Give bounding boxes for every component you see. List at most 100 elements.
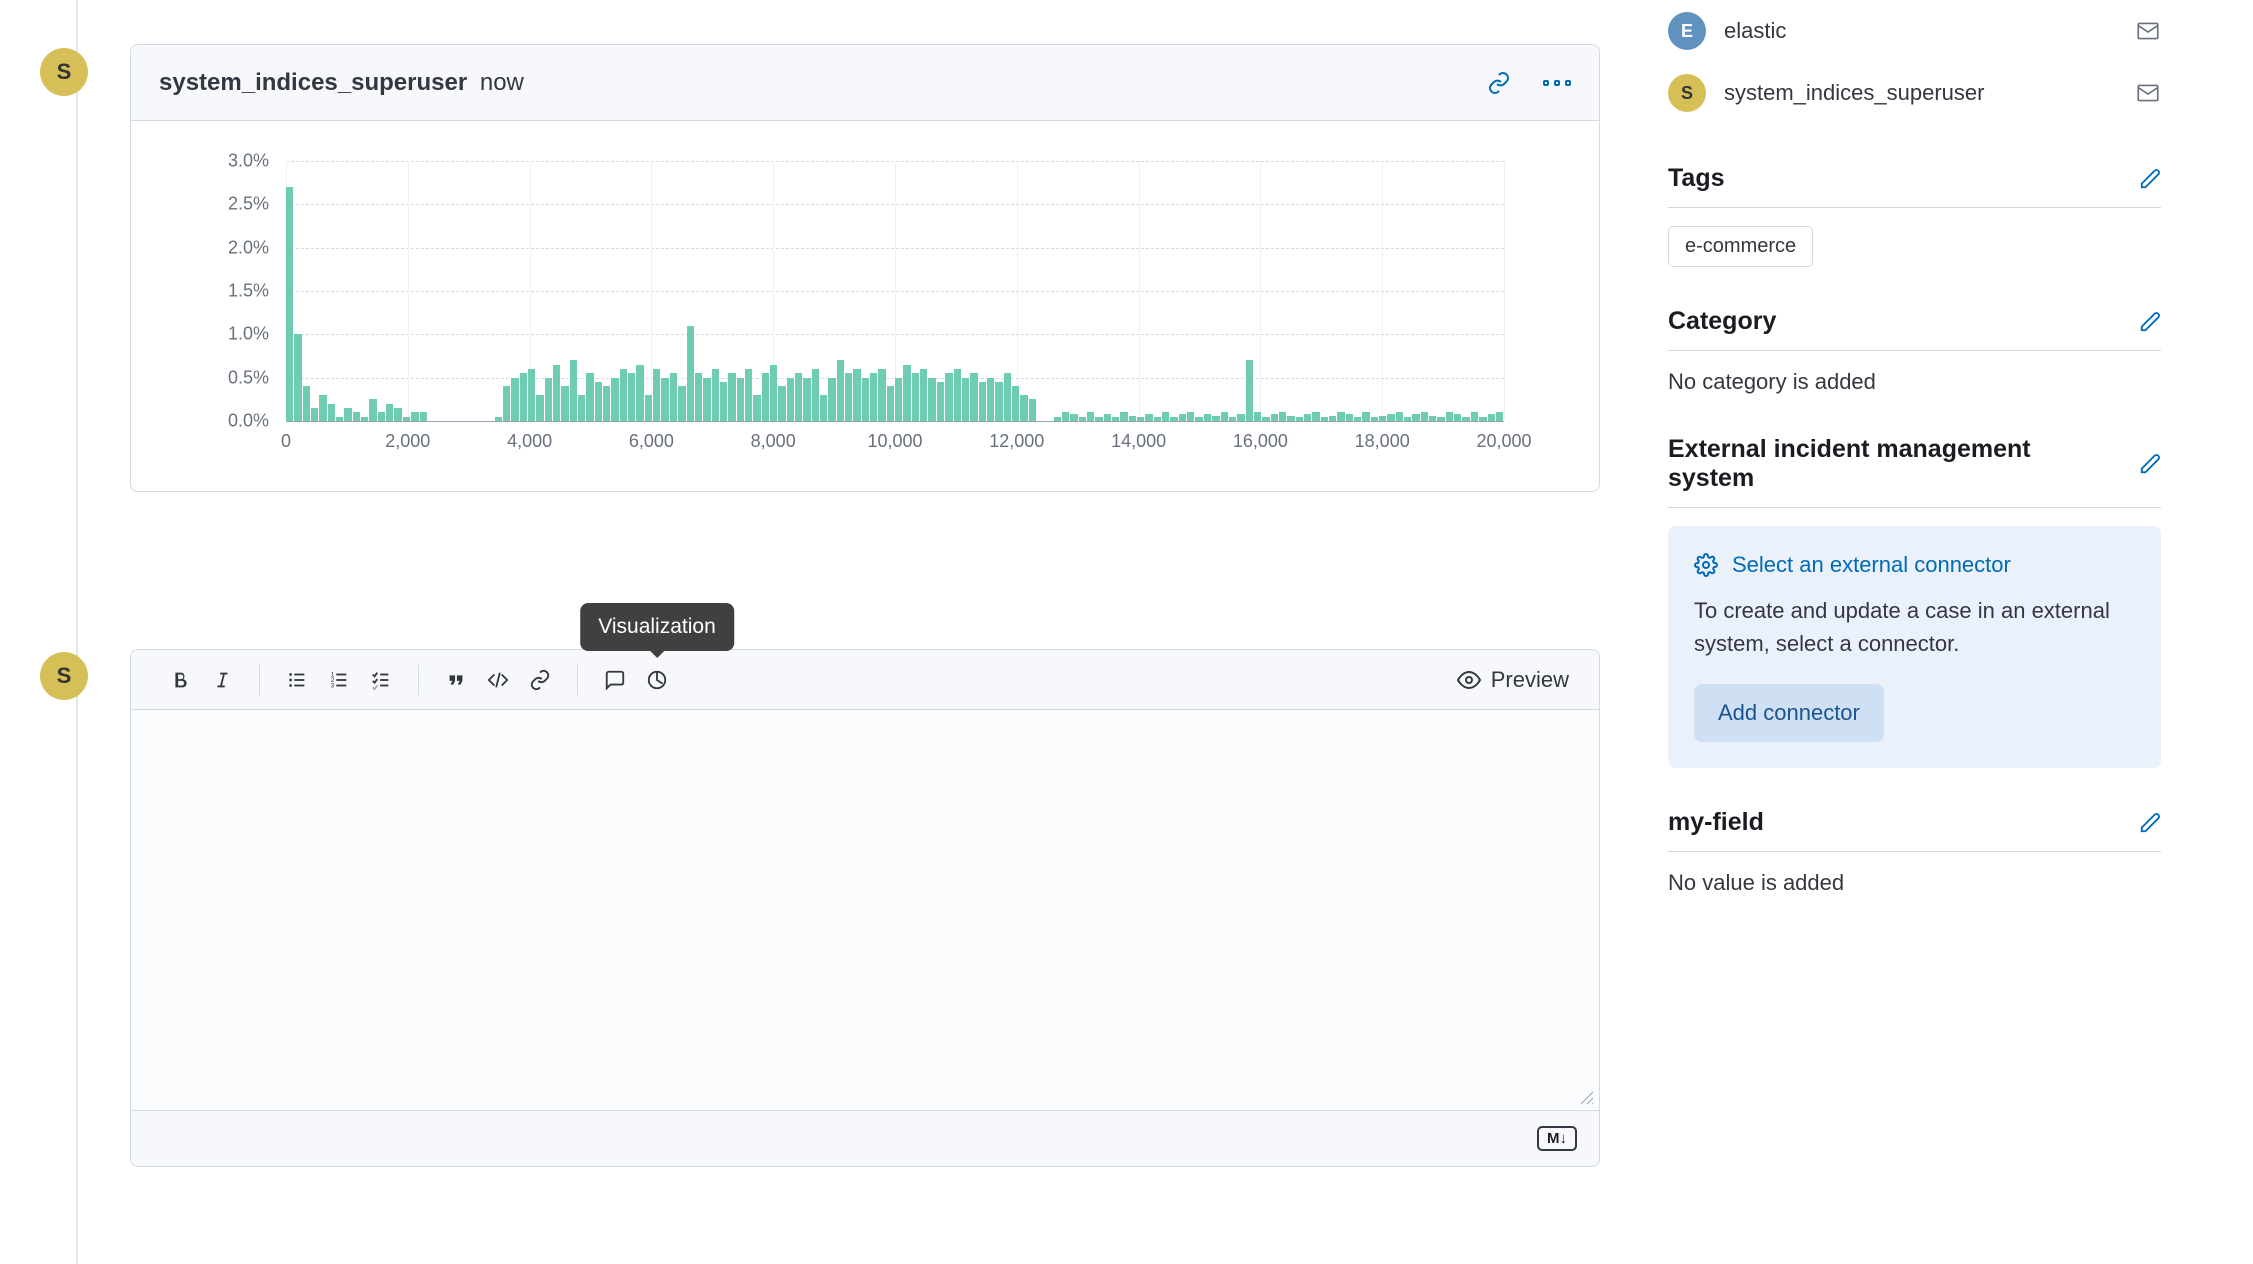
- edit-category-button[interactable]: [2139, 311, 2161, 333]
- chart-bar: [1471, 412, 1478, 421]
- chart-bar: [303, 386, 310, 421]
- chart-bar: [1262, 417, 1269, 421]
- chart-bar: [1488, 414, 1495, 421]
- chart-bar: [870, 373, 877, 421]
- chart-bar: [1246, 360, 1253, 421]
- comment-header: system_indices_superuser now: [131, 45, 1599, 121]
- chart-bar: [386, 404, 393, 421]
- mention-button[interactable]: [594, 659, 636, 701]
- users-list: EelasticSsystem_indices_superuser: [1668, 0, 2161, 124]
- bar-chart[interactable]: 0.0%0.5%1.0%1.5%2.0%2.5%3.0%02,0004,0006…: [191, 161, 1539, 461]
- chart-bar: [1221, 412, 1228, 421]
- chart-bar: [787, 378, 794, 421]
- comment-actions: [1487, 71, 1571, 95]
- external-section: External incident management system Sele…: [1668, 435, 2161, 768]
- chart-bar: [1237, 414, 1244, 421]
- chart-bar: [1312, 412, 1319, 421]
- chart-bar: [995, 382, 1002, 421]
- chart-bar: [745, 369, 752, 421]
- chart-bar: [1454, 414, 1461, 421]
- markdown-badge[interactable]: M↓: [1537, 1126, 1577, 1151]
- chart-bar: [728, 373, 735, 421]
- chart-bar: [803, 378, 810, 421]
- editor-textarea[interactable]: [131, 710, 1599, 1110]
- user-row[interactable]: Eelastic: [1668, 0, 2161, 62]
- chart-bar: [703, 378, 710, 421]
- italic-button[interactable]: [201, 659, 243, 701]
- chart-bar: [770, 365, 777, 421]
- checklist-button[interactable]: [360, 659, 402, 701]
- copy-link-button[interactable]: [1487, 71, 1511, 95]
- chart-bar: [1429, 416, 1436, 421]
- comment-title: system_indices_superuser now: [159, 69, 524, 97]
- comment-editor-card: 123 Visualization Preview: [130, 649, 1600, 1167]
- edit-custom-field-button[interactable]: [2139, 812, 2161, 834]
- chart-bar: [595, 382, 602, 421]
- chart-bar: [661, 378, 668, 421]
- edit-tags-button[interactable]: [2139, 168, 2161, 190]
- custom-field-title: my-field: [1668, 808, 1764, 837]
- category-section: Category No category is added: [1668, 307, 2161, 395]
- chart-bar: [987, 378, 994, 421]
- bold-button[interactable]: [159, 659, 201, 701]
- visualization-tooltip: Visualization: [580, 603, 734, 651]
- ordered-list-button[interactable]: 123: [318, 659, 360, 701]
- x-axis-label: 16,000: [1233, 431, 1288, 452]
- chart-bar: [1062, 412, 1069, 421]
- edit-external-button[interactable]: [2139, 453, 2161, 475]
- chart-bar: [1379, 416, 1386, 421]
- chart-bar: [1104, 414, 1111, 421]
- chart-bar: [1204, 414, 1211, 421]
- eye-icon: [1457, 668, 1481, 692]
- chart-bar: [561, 386, 568, 421]
- preview-button[interactable]: Preview: [1445, 667, 1581, 693]
- x-axis-label: 20,000: [1476, 431, 1531, 452]
- chart-bar: [511, 378, 518, 421]
- chart-bar: [1129, 416, 1136, 421]
- bullet-list-button[interactable]: [276, 659, 318, 701]
- tags-section: Tags e-commerce: [1668, 164, 2161, 267]
- chart-bar: [712, 369, 719, 421]
- chart-bar: [820, 395, 827, 421]
- connector-description: To create and update a case in an extern…: [1694, 594, 2135, 660]
- chart-bar: [1404, 417, 1411, 421]
- ordered-list-icon: 123: [328, 669, 350, 691]
- chart-bar: [1170, 417, 1177, 421]
- chart-bar: [678, 386, 685, 421]
- chart-bar: [1154, 417, 1161, 421]
- divider: [418, 665, 419, 695]
- mail-icon[interactable]: [2135, 18, 2161, 44]
- more-actions-button[interactable]: [1543, 80, 1571, 86]
- chart-bar: [1462, 417, 1469, 421]
- chart-bar: [1162, 412, 1169, 421]
- chart-bar: [1329, 416, 1336, 421]
- link-icon: [529, 669, 551, 691]
- chart-bar: [344, 408, 351, 421]
- link-button[interactable]: [519, 659, 561, 701]
- quote-button[interactable]: [435, 659, 477, 701]
- custom-field-empty: No value is added: [1668, 870, 2161, 896]
- chart-bar: [620, 369, 627, 421]
- user-row[interactable]: Ssystem_indices_superuser: [1668, 62, 2161, 124]
- add-connector-button[interactable]: Add connector: [1694, 684, 1884, 742]
- chart-bar: [845, 373, 852, 421]
- resize-handle[interactable]: [1579, 1090, 1595, 1106]
- chart-bar: [895, 378, 902, 421]
- divider: [577, 665, 578, 695]
- chart-bar: [570, 360, 577, 421]
- chart-bar: [1004, 373, 1011, 421]
- attach-group: Visualization: [584, 659, 688, 701]
- chart-bar: [812, 369, 819, 421]
- chart-bar: [720, 382, 727, 421]
- comment-avatar: S: [40, 48, 88, 96]
- mail-icon[interactable]: [2135, 80, 2161, 106]
- tags-title: Tags: [1668, 164, 1725, 193]
- select-connector-link[interactable]: Select an external connector: [1694, 552, 2135, 578]
- code-button[interactable]: [477, 659, 519, 701]
- chart-bar: [695, 373, 702, 421]
- chart-bar: [1229, 417, 1236, 421]
- visualization-button[interactable]: Visualization: [636, 659, 678, 701]
- chart-bar: [954, 369, 961, 421]
- chart-bar: [645, 395, 652, 421]
- tag-pill[interactable]: e-commerce: [1668, 226, 1813, 267]
